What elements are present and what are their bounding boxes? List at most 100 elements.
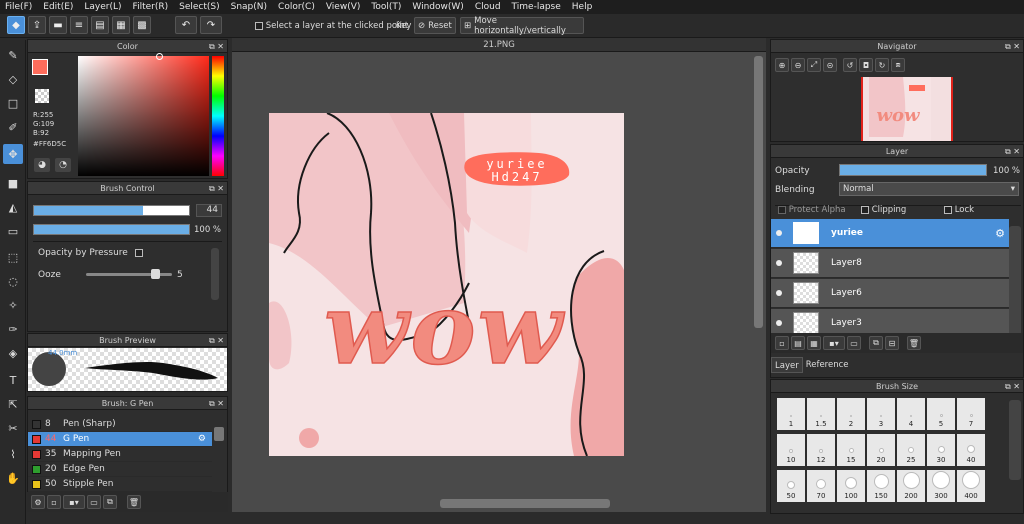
visibility-icon[interactable]	[776, 260, 782, 266]
document-tab[interactable]: 21.PNG	[232, 38, 766, 52]
brush-settings-icon[interactable]: ⚙	[31, 495, 45, 509]
rotate-reset-icon[interactable]: ◘	[859, 58, 873, 72]
brush-opacity-slider[interactable]	[33, 224, 190, 235]
gear-icon[interactable]: ⚙	[198, 434, 206, 444]
zoom-out-icon[interactable]: ⊖	[791, 58, 805, 72]
zoom-reset-icon[interactable]: ⊝	[823, 58, 837, 72]
clipping-option[interactable]: Clipping	[861, 205, 906, 215]
select-pen-tool-icon[interactable]: ✑	[3, 319, 23, 339]
duplicate-icon[interactable]: ⧉	[103, 495, 117, 509]
bucket-tool-icon[interactable]: ◭	[3, 197, 23, 217]
grid-filled-icon[interactable]: ▩	[133, 16, 151, 34]
menu-item-4[interactable]: Select(S)	[179, 2, 220, 12]
eraser-tool-icon[interactable]: ◇	[3, 69, 23, 89]
new-brush-icon[interactable]: ▫	[47, 495, 61, 509]
brush-size-scrollbar[interactable]	[1009, 400, 1021, 480]
lock-option[interactable]: Lock	[944, 205, 974, 215]
marquee-tool-icon[interactable]: ⬚	[3, 247, 23, 267]
hand-tool-icon[interactable]: ✋	[3, 468, 23, 488]
menu-item-10[interactable]: Cloud	[475, 2, 501, 12]
stack-icon[interactable]: ≡	[70, 16, 88, 34]
brush-add-menu-icon[interactable]: ▪▾	[63, 495, 85, 509]
foreground-color-swatch[interactable]	[32, 59, 48, 75]
canvas-workspace[interactable]: yuriee Hd247 wow	[232, 52, 766, 512]
brush-size-preset[interactable]: 4	[897, 398, 925, 430]
merge-layer-icon[interactable]: ⊟	[885, 336, 899, 350]
close-icon[interactable]: ⧉ ✕	[209, 397, 224, 410]
brush-size-preset[interactable]: 7	[957, 398, 985, 430]
select-layer-option[interactable]: Select a layer at the clicked point	[255, 21, 408, 31]
fit-icon[interactable]: ⤢	[807, 58, 821, 72]
brush-list-scrollbar[interactable]	[214, 427, 224, 441]
protect-alpha-checkbox[interactable]	[778, 205, 786, 214]
canvas[interactable]: yuriee Hd247 wow	[269, 113, 624, 456]
layer-folder-icon[interactable]: ▭	[847, 336, 861, 350]
flip-icon[interactable]: ⧈	[891, 58, 905, 72]
menu-item-3[interactable]: Filter(R)	[133, 2, 169, 12]
brush-size-preset[interactable]: 12	[807, 434, 835, 466]
brush-size-preset[interactable]: 400	[957, 470, 985, 502]
redo-icon[interactable]: ↷	[200, 16, 222, 34]
brush-list-item[interactable]: 20 Edge Pen	[28, 462, 212, 477]
color-history-icon[interactable]: ◔	[55, 158, 71, 172]
brush-size-preset[interactable]: 70	[807, 470, 835, 502]
trash-icon[interactable]: 🗑	[907, 336, 921, 350]
brush-size-preset[interactable]: 1.5	[807, 398, 835, 430]
brush-size-preset[interactable]: 3	[867, 398, 895, 430]
visibility-icon[interactable]	[776, 290, 782, 296]
move-direction-button[interactable]: ⊞ Move horizontally/vertically	[460, 16, 584, 36]
brush-size-preset[interactable]: 150	[867, 470, 895, 502]
hue-slider[interactable]	[212, 56, 224, 176]
folder-icon[interactable]: ▭	[87, 495, 101, 509]
brush-size-preset[interactable]: 50	[777, 470, 805, 502]
close-icon[interactable]: ⧉ ✕	[209, 40, 224, 53]
new-vector-layer-icon[interactable]: ▤	[791, 336, 805, 350]
close-icon[interactable]: ⧉ ✕	[1005, 380, 1020, 393]
fill-rect-tool-icon[interactable]: ■	[3, 173, 23, 193]
layer-row[interactable]: yuriee ⚙	[771, 219, 1009, 248]
divide-tool-icon[interactable]: ✂	[3, 418, 23, 438]
magic-wand-tool-icon[interactable]: ✧	[3, 295, 23, 315]
select-layer-checkbox[interactable]	[255, 21, 263, 30]
menu-item-7[interactable]: View(V)	[326, 2, 361, 12]
move-tool-icon[interactable]: ✥	[3, 144, 23, 164]
layer-list-scrollbar[interactable]	[1009, 226, 1021, 336]
brush-size-preset[interactable]: 300	[927, 470, 955, 502]
rotate-left-icon[interactable]: ↺	[843, 58, 857, 72]
pen-tool-icon[interactable]: ✐	[3, 117, 23, 137]
palette-icon[interactable]: ◕	[34, 158, 50, 172]
canvas-vertical-scrollbar[interactable]	[754, 56, 763, 328]
trash-icon[interactable]: 🗑	[127, 495, 141, 509]
brush-list-item[interactable]: 44 G Pen ⚙	[28, 432, 212, 447]
menu-item-2[interactable]: Layer(L)	[84, 2, 121, 12]
navigator-preview[interactable]: wow	[861, 77, 953, 141]
layer-opacity-slider[interactable]	[839, 164, 987, 176]
visibility-icon[interactable]	[776, 230, 782, 236]
brush-size-preset[interactable]: 10	[777, 434, 805, 466]
brush-size-preset[interactable]: 5	[927, 398, 955, 430]
document-icon[interactable]: ▤	[91, 16, 109, 34]
gear-icon[interactable]: ⚙	[995, 227, 1005, 240]
brush-size-preset[interactable]: 100	[837, 470, 865, 502]
close-icon[interactable]: ⧉ ✕	[1005, 145, 1020, 158]
layer-add-menu-icon[interactable]: ▪▾	[823, 336, 845, 350]
duplicate-layer-icon[interactable]: ⧉	[869, 336, 883, 350]
close-icon[interactable]: ⧉ ✕	[209, 182, 224, 195]
brush-size-preset[interactable]: 2	[837, 398, 865, 430]
reset-button[interactable]: ⊘ Reset	[414, 17, 456, 34]
ooze-slider-handle[interactable]	[150, 269, 160, 279]
export-icon[interactable]: ⇪	[28, 16, 46, 34]
operation-tool-icon[interactable]: ⇱	[3, 394, 23, 414]
paint-bucket-icon[interactable]: ◆	[7, 16, 25, 34]
gradient-tool-icon[interactable]: ▭	[3, 221, 23, 241]
opacity-by-pressure-option[interactable]: Opacity by Pressure	[38, 248, 143, 258]
brush-size-preset[interactable]: 1	[777, 398, 805, 430]
select-eraser-tool-icon[interactable]: ◈	[3, 343, 23, 363]
protect-alpha-option[interactable]: Protect Alpha	[778, 205, 846, 215]
lasso-tool-icon[interactable]: ◌	[3, 271, 23, 291]
new-halftone-layer-icon[interactable]: ▦	[807, 336, 821, 350]
transparent-color-swatch[interactable]	[35, 89, 49, 103]
visibility-icon[interactable]	[776, 320, 782, 326]
brush-size-preset[interactable]: 15	[837, 434, 865, 466]
brush-control-scrollbar[interactable]	[211, 248, 219, 300]
